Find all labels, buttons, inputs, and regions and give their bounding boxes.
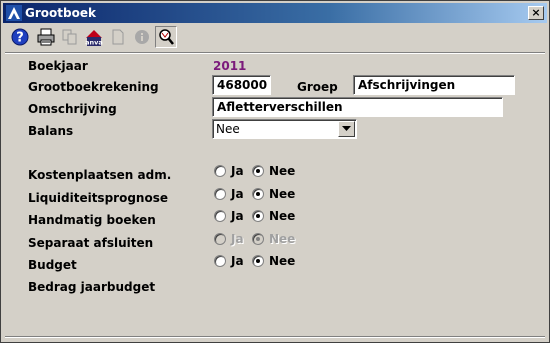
anva-icon: anva (85, 30, 103, 47)
radio-ja[interactable]: Ja (214, 164, 244, 178)
radio-ja[interactable]: Ja (214, 187, 244, 201)
option-label-liquiditeitsprognose: Liquiditeitsprognose (28, 191, 168, 205)
balans-select[interactable]: Nee (212, 119, 357, 139)
svg-text:?: ? (16, 31, 24, 46)
close-button[interactable]: × (528, 6, 544, 20)
new-document-button[interactable] (107, 26, 129, 48)
omschrijving-label: Omschrijving (28, 102, 117, 116)
radio-selected-dot (256, 259, 260, 263)
toolbar: ? anva (9, 26, 209, 50)
radio-nee-label: Nee (269, 254, 296, 268)
option-label-handmatig-boeken: Handmatig boeken (28, 213, 156, 227)
radio-circle (214, 165, 226, 177)
radio-nee-label: Nee (269, 187, 296, 201)
anva-button[interactable]: anva (83, 26, 105, 48)
radio-circle (252, 188, 264, 200)
radio-nee: Nee (252, 232, 295, 246)
svg-text:anva: anva (85, 39, 103, 47)
help-icon: ? (11, 28, 29, 46)
radio-circle (214, 210, 226, 222)
radio-nee[interactable]: Nee (252, 209, 295, 223)
window-title: Grootboek (25, 6, 96, 20)
balans-label: Balans (28, 124, 74, 138)
radio-circle (214, 188, 226, 200)
option-label-kostenplaatsen: Kostenplaatsen adm. (28, 168, 172, 182)
radio-selected-dot (256, 237, 260, 241)
radio-nee[interactable]: Nee (252, 164, 295, 178)
bedrag-jaarbudget-label: Bedrag jaarbudget (28, 280, 156, 294)
radio-ja[interactable]: Ja (214, 209, 244, 223)
radio-selected-dot (256, 169, 260, 173)
radio-ja-label: Ja (231, 209, 244, 223)
radio-nee-label: Nee (269, 164, 296, 178)
radio-circle (252, 233, 264, 245)
radio-ja-label: Ja (231, 187, 244, 201)
grootboek-window: Grootboek × ? anva Boekjaar 2011 Grootbo… (0, 0, 550, 343)
groep-label: Groep (297, 80, 338, 94)
title-bar[interactable]: Grootboek × (3, 3, 547, 23)
omschrijving-field[interactable]: Afletterverschillen (212, 97, 503, 117)
radio-ja-label: Ja (231, 164, 244, 178)
radio-circle (214, 255, 226, 267)
help-button[interactable]: ? (9, 26, 31, 48)
radio-nee[interactable]: Nee (252, 254, 295, 268)
copy-icon (62, 29, 77, 45)
grootboekrekening-label: Grootboekrekening (28, 80, 159, 94)
radio-circle (252, 210, 264, 222)
info-button[interactable] (131, 26, 153, 48)
radio-circle (252, 165, 264, 177)
bottom-divider (5, 336, 545, 338)
radio-nee[interactable]: Nee (252, 187, 295, 201)
boekjaar-label: Boekjaar (28, 59, 88, 73)
print-button[interactable] (35, 26, 57, 48)
radio-nee-label: Nee (269, 209, 296, 223)
balans-selected-value: Nee (216, 122, 240, 136)
copy-button[interactable] (59, 26, 81, 48)
boekjaar-value: 2011 (213, 59, 247, 73)
print-icon (37, 28, 55, 46)
radio-nee-label: Nee (269, 232, 296, 246)
info-icon (135, 30, 149, 44)
groep-field[interactable]: Afschrijvingen (353, 75, 515, 95)
chevron-down-icon (342, 126, 351, 131)
option-label-separaat-afsluiten: Separaat afsluiten (28, 236, 154, 250)
app-logo-icon (6, 5, 22, 21)
balans-dropdown-button[interactable] (338, 121, 355, 137)
radio-ja: Ja (214, 232, 244, 246)
search-icon (159, 29, 174, 45)
option-label-budget: Budget (28, 258, 77, 272)
radio-selected-dot (256, 192, 260, 196)
radio-ja-label: Ja (231, 254, 244, 268)
radio-circle (252, 255, 264, 267)
radio-circle (214, 233, 226, 245)
radio-ja[interactable]: Ja (214, 254, 244, 268)
grootboekrekening-field[interactable]: 468000 (212, 75, 271, 95)
radio-selected-dot (256, 214, 260, 218)
toolbar-divider (5, 52, 545, 54)
search-button[interactable] (155, 26, 177, 48)
new-document-icon (112, 29, 124, 45)
radio-ja-label: Ja (231, 232, 244, 246)
